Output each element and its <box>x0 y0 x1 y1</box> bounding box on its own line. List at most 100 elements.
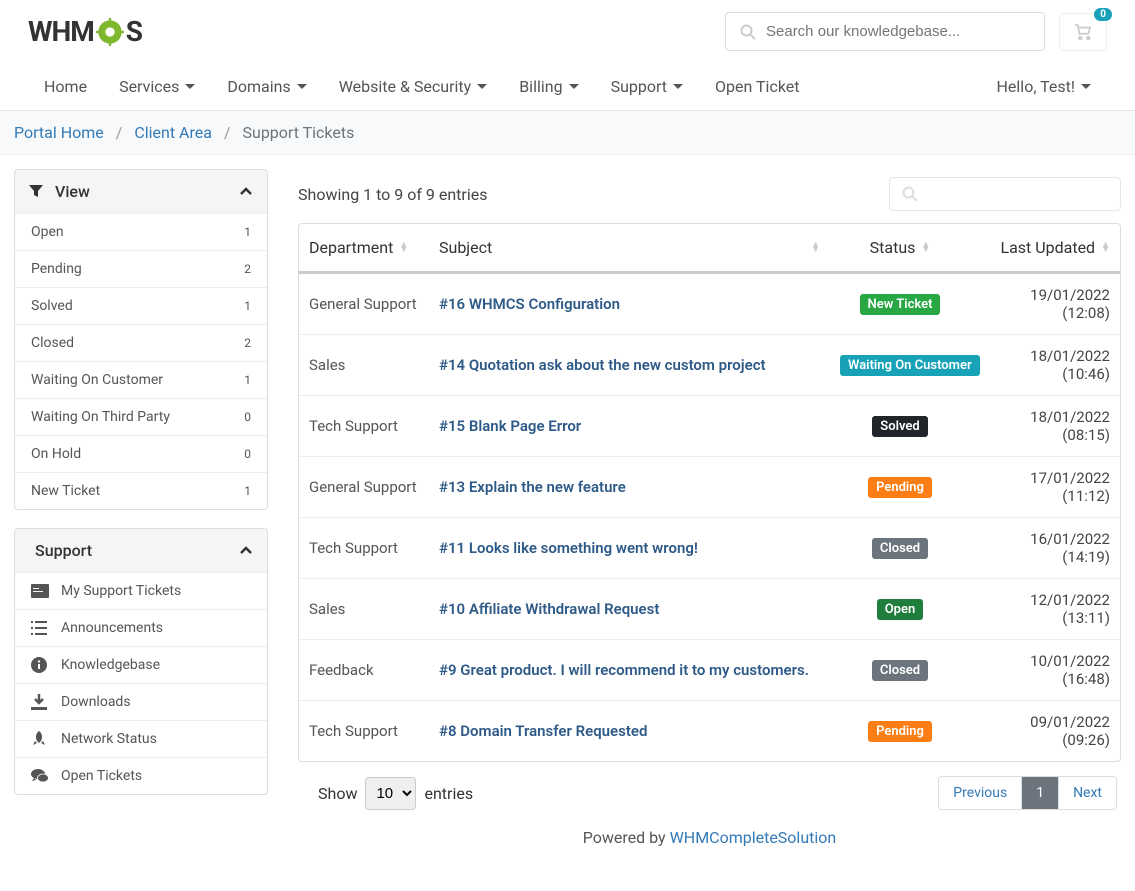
nav-open-ticket[interactable]: Open Ticket <box>699 63 815 110</box>
support-item-announcements[interactable]: Announcements <box>15 609 267 646</box>
search-icon <box>740 24 756 40</box>
footer: Powered by WHMCompleteSolution <box>298 824 1121 877</box>
cell-subject[interactable]: #9 Great product. I will recommend it to… <box>429 661 830 679</box>
table-row[interactable]: Tech Support #11 Looks like something we… <box>299 517 1120 578</box>
search-input[interactable] <box>766 23 1030 40</box>
view-item-label: Solved <box>31 298 73 314</box>
support-item-my-support-tickets[interactable]: My Support Tickets <box>15 572 267 609</box>
support-title: Support <box>35 541 92 560</box>
view-panel-header[interactable]: View <box>15 170 267 213</box>
cell-department: Feedback <box>299 661 429 679</box>
status-badge: Closed <box>872 538 928 559</box>
footer-link[interactable]: WHMCompleteSolution <box>670 828 837 847</box>
cell-subject[interactable]: #15 Blank Page Error <box>429 417 830 435</box>
knowledgebase-search[interactable] <box>725 12 1045 51</box>
cart-icon <box>1074 24 1092 40</box>
th-subject[interactable]: Subject▲▼ <box>429 224 830 271</box>
page-size-select[interactable]: 10 <box>365 777 416 810</box>
view-item-label: Closed <box>31 335 74 351</box>
breadcrumb-portal-home[interactable]: Portal Home <box>14 123 104 142</box>
status-badge: Pending <box>868 721 932 742</box>
support-panel-header[interactable]: Support <box>15 529 267 572</box>
cell-status: Waiting On Customer <box>830 355 970 376</box>
table-row[interactable]: Sales #14 Quotation ask about the new cu… <box>299 334 1120 395</box>
view-item-label: On Hold <box>31 446 81 462</box>
support-item-downloads[interactable]: Downloads <box>15 683 267 720</box>
cell-updated: 09/01/2022 (09:26) <box>970 713 1120 749</box>
cell-subject[interactable]: #10 Affiliate Withdrawal Request <box>429 600 830 618</box>
support-item-knowledgebase[interactable]: Knowledgebase <box>15 646 267 683</box>
cell-status: Pending <box>830 721 970 742</box>
next-button[interactable]: Next <box>1059 777 1116 809</box>
cell-subject[interactable]: #16 WHMCS Configuration <box>429 295 830 313</box>
support-item-open-tickets[interactable]: Open Tickets <box>15 757 267 794</box>
caret-down-icon <box>569 84 579 90</box>
th-department[interactable]: Department▲▼ <box>299 224 429 271</box>
cell-department: Sales <box>299 600 429 618</box>
cell-department: Tech Support <box>299 722 429 740</box>
table-row[interactable]: Feedback #9 Great product. I will recomm… <box>299 639 1120 700</box>
cell-subject[interactable]: #11 Looks like something went wrong! <box>429 539 830 557</box>
table-row[interactable]: General Support #13 Explain the new feat… <box>299 456 1120 517</box>
support-item-network-status[interactable]: Network Status <box>15 720 267 757</box>
cell-department: General Support <box>299 478 429 496</box>
cell-department: General Support <box>299 295 429 313</box>
view-item-count: 2 <box>244 262 251 276</box>
nav-billing[interactable]: Billing <box>503 63 594 110</box>
view-item-label: Pending <box>31 261 82 277</box>
breadcrumb-client-area[interactable]: Client Area <box>134 123 212 142</box>
cell-updated: 12/01/2022 (13:11) <box>970 591 1120 627</box>
th-updated[interactable]: Last Updated▲▼ <box>970 224 1120 271</box>
nav-home[interactable]: Home <box>28 63 103 110</box>
view-item-new-ticket[interactable]: New Ticket1 <box>15 472 267 509</box>
cart-button[interactable]: 0 <box>1059 13 1107 51</box>
nav-support[interactable]: Support <box>595 63 699 110</box>
th-status[interactable]: Status▲▼ <box>830 224 970 271</box>
cell-department: Sales <box>299 356 429 374</box>
view-item-label: Waiting On Third Party <box>31 409 170 425</box>
page-1-button[interactable]: 1 <box>1022 777 1059 809</box>
view-item-open[interactable]: Open1 <box>15 213 267 250</box>
cell-status: New Ticket <box>830 294 970 315</box>
user-menu[interactable]: Hello, Test! <box>981 63 1107 110</box>
breadcrumb: Portal Home / Client Area / Support Tick… <box>0 111 1135 155</box>
cart-count-badge: 0 <box>1094 8 1112 21</box>
sort-icon: ▲▼ <box>399 243 408 253</box>
status-badge: Pending <box>868 477 932 498</box>
search-icon <box>902 186 918 202</box>
view-item-closed[interactable]: Closed2 <box>15 324 267 361</box>
status-badge: Waiting On Customer <box>840 355 980 376</box>
nav-services[interactable]: Services <box>103 63 211 110</box>
table-search-input[interactable] <box>926 187 1108 202</box>
logo[interactable]: WHMS <box>28 15 142 48</box>
breadcrumb-current: Support Tickets <box>243 123 355 142</box>
table-row[interactable]: Tech Support #15 Blank Page Error Solved… <box>299 395 1120 456</box>
view-item-waiting-on-third-party[interactable]: Waiting On Third Party0 <box>15 398 267 435</box>
cell-updated: 17/01/2022 (11:12) <box>970 469 1120 505</box>
cell-subject[interactable]: #8 Domain Transfer Requested <box>429 722 830 740</box>
cell-department: Tech Support <box>299 539 429 557</box>
nav-website-security[interactable]: Website & Security <box>323 63 503 110</box>
caret-down-icon <box>185 84 195 90</box>
view-item-waiting-on-customer[interactable]: Waiting On Customer1 <box>15 361 267 398</box>
table-row[interactable]: General Support #16 WHMCS Configuration … <box>299 274 1120 334</box>
sort-icon: ▲▼ <box>811 243 820 253</box>
table-row[interactable]: Sales #10 Affiliate Withdrawal Request O… <box>299 578 1120 639</box>
ticket-icon <box>31 584 49 598</box>
nav-domains[interactable]: Domains <box>211 63 322 110</box>
cell-subject[interactable]: #14 Quotation ask about the new custom p… <box>429 356 830 374</box>
table-row[interactable]: Tech Support #8 Domain Transfer Requeste… <box>299 700 1120 761</box>
status-badge: New Ticket <box>860 294 941 315</box>
sort-icon: ▲▼ <box>921 243 930 253</box>
prev-button[interactable]: Previous <box>939 777 1022 809</box>
cell-subject[interactable]: #13 Explain the new feature <box>429 478 830 496</box>
table-search[interactable] <box>889 177 1121 211</box>
view-item-pending[interactable]: Pending 2 <box>15 250 267 287</box>
view-item-solved[interactable]: Solved1 <box>15 287 267 324</box>
rocket-icon <box>31 731 49 747</box>
cell-department: Tech Support <box>299 417 429 435</box>
gear-icon <box>96 18 124 46</box>
view-title: View <box>55 182 90 201</box>
view-item-on-hold[interactable]: On Hold0 <box>15 435 267 472</box>
view-item-label: Open <box>31 224 64 240</box>
